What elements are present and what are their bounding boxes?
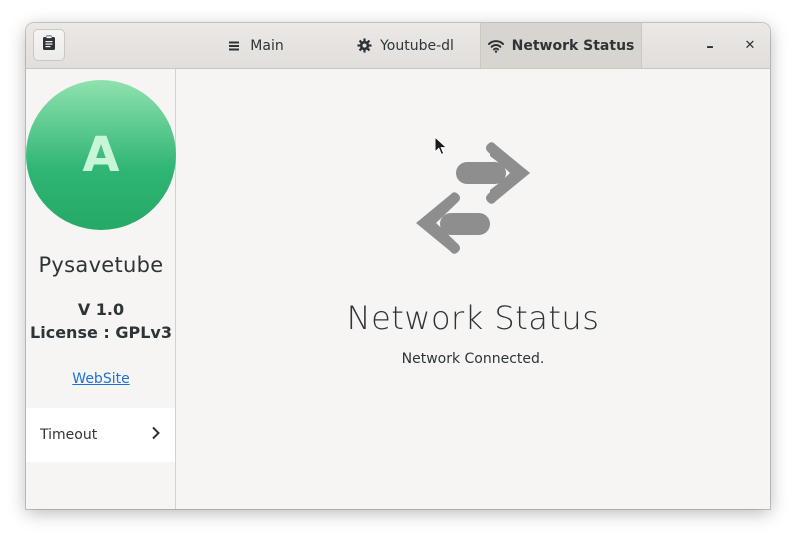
version-label: V 1.0 — [77, 300, 125, 319]
tab-label: Network Status — [511, 37, 635, 54]
window-controls: – ✕ — [690, 23, 770, 68]
main-content: Network Status Network Connected. — [176, 69, 770, 509]
view-switcher: Main Youtube-dl Network Status — [180, 23, 642, 68]
sidebar-item-timeout[interactable]: Timeout — [26, 408, 175, 462]
close-icon: ✕ — [744, 38, 756, 53]
tab-label: Youtube-dl — [380, 37, 454, 54]
network-transfer-arrows-icon — [414, 142, 534, 257]
gear-icon — [356, 38, 372, 54]
hamburger-menu-icon — [226, 38, 242, 54]
avatar-initial: A — [82, 127, 120, 183]
status-description: Network Connected. — [401, 351, 545, 367]
sidebar: A Pysavetube V 1.0 License : GPLv3 WebSi… — [26, 69, 176, 509]
tab-youtube-dl[interactable]: Youtube-dl — [330, 23, 480, 68]
minimize-icon: – — [706, 36, 714, 55]
minimize-button[interactable]: – — [690, 23, 730, 68]
license-label: License : GPLv3 — [30, 323, 172, 342]
mouse-cursor-icon — [434, 135, 448, 156]
chevron-right-icon — [151, 426, 161, 444]
tab-main[interactable]: Main — [180, 23, 330, 68]
clipboard-button[interactable] — [33, 29, 65, 61]
close-button[interactable]: ✕ — [730, 23, 770, 68]
sidebar-item-label: Timeout — [40, 427, 98, 443]
wifi-icon — [487, 38, 504, 54]
tab-network-status[interactable]: Network Status — [480, 23, 642, 68]
app-window: Main Youtube-dl Network Status – ✕ A Pys… — [26, 23, 770, 509]
tab-label: Main — [250, 37, 284, 54]
page-title: Network Status — [346, 299, 600, 337]
header-bar: Main Youtube-dl Network Status – ✕ — [26, 23, 770, 69]
avatar: A — [26, 80, 176, 230]
app-name: Pysavetube — [38, 253, 164, 277]
website-link[interactable]: WebSite — [26, 371, 176, 387]
clipboard-icon — [42, 35, 56, 55]
